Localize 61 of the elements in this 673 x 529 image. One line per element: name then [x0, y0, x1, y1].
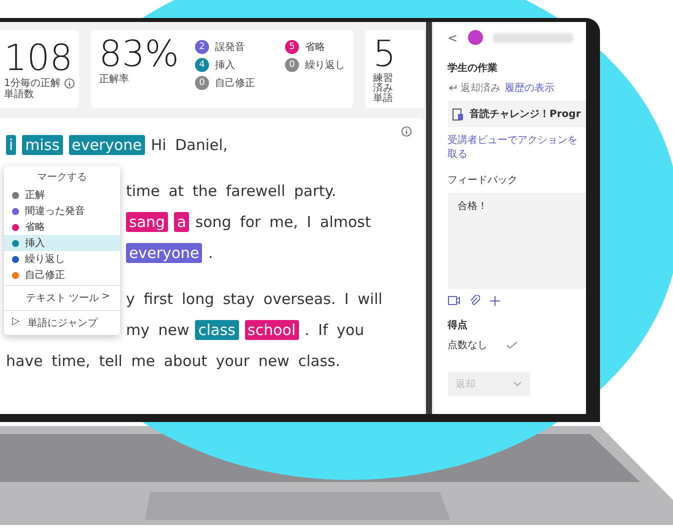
stat-label: 1分毎の正解単語数: [4, 78, 62, 100]
menu-item[interactable]: 挿入: [4, 235, 120, 251]
count-badge: 0: [285, 58, 300, 72]
menu-item[interactable]: 間違った発音: [4, 203, 120, 219]
marked-word[interactable]: sang: [126, 212, 168, 232]
return-icon: [448, 84, 457, 92]
info-icon[interactable]: [401, 126, 412, 137]
section-title: 学生の作業: [448, 62, 499, 75]
passage-text: my new: [126, 321, 190, 339]
legend-label: 誤発音: [215, 42, 246, 52]
score-label: 得点: [448, 318, 469, 332]
count-badge: 2: [195, 40, 210, 54]
action-link[interactable]: 受講者ビューでアクションを取る: [448, 133, 578, 161]
document-icon: [452, 108, 464, 120]
plus-icon[interactable]: [490, 296, 500, 306]
passage-text: time at the farewell party.: [126, 182, 336, 200]
marked-word[interactable]: everyone: [126, 243, 202, 263]
legend-label: 繰り返し: [305, 60, 346, 70]
menu-item[interactable]: 繰り返し: [4, 251, 120, 267]
submenu-item[interactable]: テキスト ツール >: [4, 288, 120, 308]
info-icon[interactable]: [64, 78, 75, 89]
video-icon[interactable]: [448, 296, 460, 305]
paperclip-icon[interactable]: [470, 295, 480, 306]
passage-text: Hi Daniel,: [150, 136, 228, 154]
marked-word[interactable]: school: [244, 320, 299, 340]
feedback-field[interactable]: 合格！: [448, 193, 586, 289]
menu-title: マークする: [36, 171, 88, 185]
attachment-card[interactable]: 音読チャレンジ！Progr: [448, 101, 586, 127]
count-badge: 0: [195, 76, 210, 90]
stat-value: 5: [373, 36, 397, 74]
passage-text: have time, tell me about your new class.: [6, 352, 340, 370]
passage-text: song for me, I almost: [195, 213, 371, 231]
passage-text: . If you: [304, 321, 364, 339]
feedback-label: フィードバック: [448, 174, 519, 187]
stat-label: 正解率: [99, 74, 130, 85]
marked-word[interactable]: a: [174, 212, 190, 232]
passage-text: .: [208, 244, 214, 262]
stat-value: 83%: [99, 36, 180, 74]
chevron-down-icon: [512, 381, 522, 387]
legend-label: 自己修正: [215, 78, 256, 88]
stat-label: 練習済み単語: [373, 74, 394, 104]
menu-item[interactable]: 自己修正: [4, 267, 120, 283]
score-value: 点数なし: [448, 338, 488, 352]
legend-label: 挿入: [215, 60, 236, 70]
passage-text: y first long stay overseas. I will: [126, 290, 382, 308]
count-badge: 5: [285, 40, 300, 54]
status-text: 返却済み: [460, 82, 501, 95]
marked-word[interactable]: everyone: [68, 135, 145, 155]
check-icon[interactable]: [506, 340, 518, 350]
back-button[interactable]: <: [448, 30, 458, 44]
history-link[interactable]: 履歴の表示: [504, 81, 555, 95]
menu-item[interactable]: 省略: [4, 219, 120, 235]
menu-item[interactable]: 正解: [4, 187, 120, 203]
marked-word[interactable]: class: [195, 320, 239, 340]
jump-item[interactable]: ▷ 単語にジャンプ: [4, 313, 120, 333]
marked-word[interactable]: i: [6, 135, 16, 155]
count-badge: 4: [195, 58, 210, 72]
avatar: [468, 30, 483, 45]
marked-word[interactable]: miss: [22, 135, 63, 155]
legend-label: 省略: [305, 42, 326, 52]
stat-value: 108: [4, 40, 74, 78]
